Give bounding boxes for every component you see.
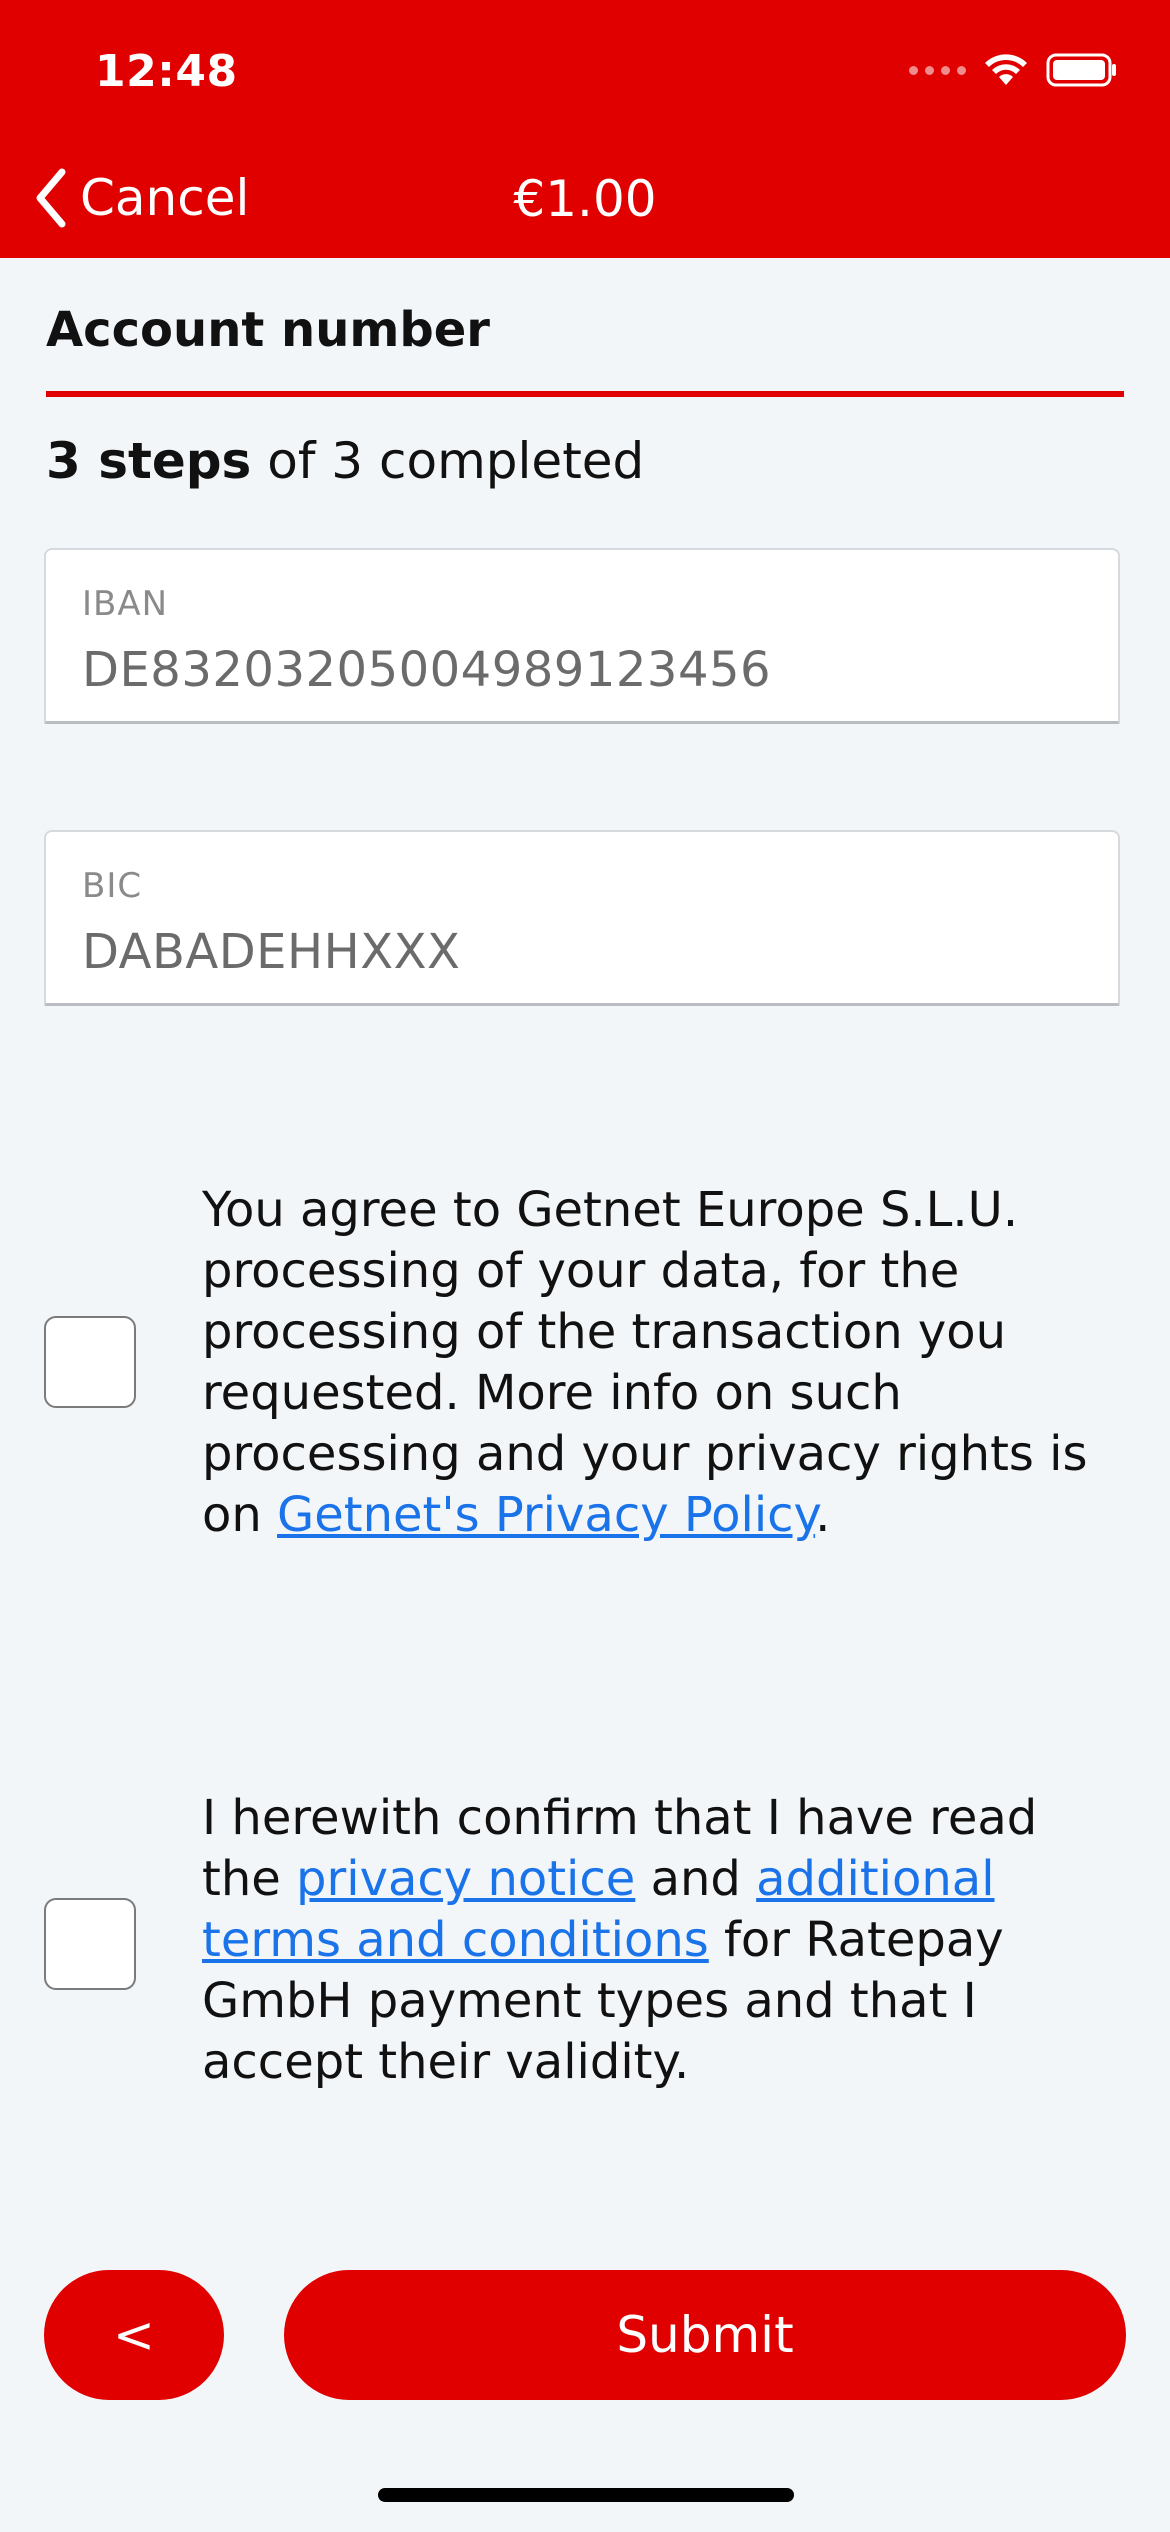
top-bar: 12:48 Cancel €1.00 [0, 0, 1170, 258]
privacy-notice-link[interactable]: privacy notice [296, 1851, 635, 1907]
wifi-icon [985, 54, 1027, 85]
consent-ratepay-text: I herewith confirm that I have read the … [202, 1788, 1102, 2093]
status-icons [909, 52, 1118, 88]
home-indicator [378, 2488, 794, 2502]
bic-field[interactable]: BIC DABADEHHXXX [44, 830, 1120, 1006]
steps-count: 3 steps [46, 432, 252, 490]
payment-screen: 12:48 Cancel €1.00 Account number 3 step… [0, 0, 1170, 2532]
consent-getnet-text-end: . [815, 1487, 831, 1543]
consent-getnet-checkbox[interactable] [44, 1316, 136, 1408]
section-underline [46, 391, 1124, 397]
section-title: Account number [46, 302, 490, 358]
steps-progress: 3 steps of 3 completed [46, 432, 644, 490]
bic-value: DABADEHHXXX [82, 924, 461, 980]
getnet-privacy-policy-link[interactable]: Getnet's Privacy Policy [277, 1487, 815, 1543]
steps-rest: of 3 completed [251, 432, 645, 490]
bic-label: BIC [82, 866, 143, 906]
battery-icon [1046, 53, 1116, 87]
iban-value: DE83203205004989123456 [82, 642, 772, 698]
iban-label: IBAN [82, 584, 169, 624]
signal-dots-icon [909, 65, 966, 75]
submit-button[interactable]: Submit [284, 2270, 1126, 2400]
amount-title: €1.00 [513, 170, 657, 228]
iban-field[interactable]: IBAN DE83203205004989123456 [44, 548, 1120, 724]
consent-getnet-text: You agree to Getnet Europe S.L.U. proces… [202, 1180, 1102, 1546]
status-time: 12:48 [95, 46, 238, 97]
consent-ratepay-text-b: and [635, 1851, 757, 1907]
previous-step-button[interactable]: < [44, 2270, 224, 2400]
consent-ratepay-checkbox[interactable] [44, 1898, 136, 1990]
